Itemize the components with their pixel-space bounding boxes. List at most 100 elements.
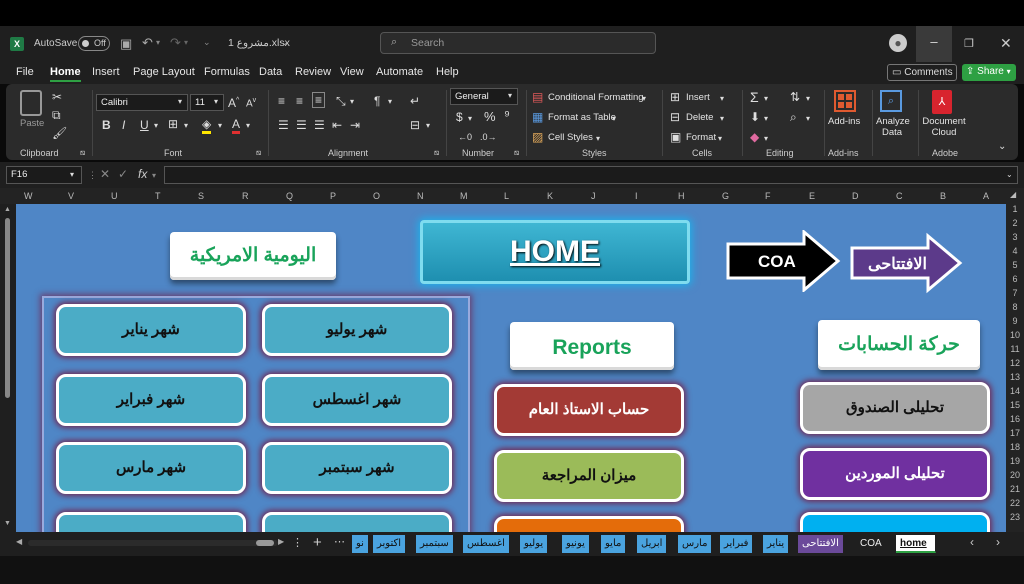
decrease-decimal-icon[interactable]: .0→ [480,130,497,144]
report-button-partial[interactable] [494,516,684,532]
font-color-icon[interactable]: A [232,117,241,134]
row-number[interactable]: 13 [1006,372,1024,382]
tab-help[interactable]: Help [436,66,459,78]
align-center-icon[interactable]: ☰ [296,118,307,132]
row-number[interactable]: 9 [1006,316,1024,326]
tabs-more-icon[interactable]: ⋮ [292,536,303,549]
row-number[interactable]: 10 [1006,330,1024,340]
accounting-format-icon[interactable]: $ [456,110,463,124]
decrease-font-icon[interactable]: Av [246,94,256,111]
column-letter[interactable]: O [373,191,380,201]
expand-formula-icon[interactable]: ⌄ [1006,168,1013,182]
tab-data[interactable]: Data [259,66,282,78]
borders-icon[interactable]: ⊞ [168,117,178,131]
comments-button[interactable]: ▭ Comments [887,64,957,81]
clear-icon[interactable]: ◆ [750,130,759,144]
close-window-button[interactable]: ✕ [1000,35,1012,52]
row-number[interactable]: 23 [1006,512,1024,522]
horizontal-scrollbar[interactable] [28,540,278,546]
delete-cells-icon[interactable]: ⊟ [670,110,680,124]
sheet-tab-june[interactable]: يونيو [562,535,590,553]
sheet-tab-august[interactable]: اغسطس [463,535,510,553]
decrease-indent-icon[interactable]: ⇤ [332,118,342,132]
increase-font-icon[interactable]: A^ [228,94,239,110]
tab-insert[interactable]: Insert [92,66,120,78]
sheet-tab-january[interactable]: يناير [763,535,790,553]
align-middle-icon[interactable]: ≡ [296,94,303,108]
row-number[interactable]: 6 [1006,274,1024,284]
comma-style-icon[interactable]: ⁹ [504,108,510,122]
row-number[interactable]: 21 [1006,484,1024,494]
month-button-february[interactable]: شهر فبراير [56,374,246,426]
row-number[interactable]: 12 [1006,358,1024,368]
home-title-button[interactable]: HOME [420,220,690,284]
column-letter[interactable]: N [417,191,424,201]
fill-icon[interactable]: ⬇ [750,110,760,124]
merge-chevron-icon[interactable]: ▾ [426,119,430,133]
fill-chevron-icon[interactable]: ▾ [764,112,768,126]
align-bottom-icon[interactable]: ≡ [312,92,326,108]
merge-center-icon[interactable]: ⊟ [410,118,420,132]
font-color-chevron-icon[interactable]: ▾ [246,119,250,133]
find-select-icon[interactable]: ⌕ [790,110,797,124]
sheet-tab-july[interactable]: يوليو [520,535,549,553]
undo-icon[interactable]: ↶ [142,35,153,51]
format-painter-icon[interactable]: 🖌 [52,126,67,140]
column-letter[interactable]: G [722,191,729,201]
month-button-partial[interactable] [262,512,452,532]
column-letter[interactable]: C [896,191,903,201]
tabs-overflow-icon[interactable]: ⋯ [334,535,345,548]
scroll-thumb[interactable] [5,218,10,398]
increase-decimal-icon[interactable]: ←0 [458,130,472,144]
percent-style-icon[interactable]: % [484,110,496,124]
column-letter[interactable]: D [852,191,859,201]
font-size-select[interactable]: 11 [190,94,224,111]
cancel-formula-icon[interactable]: ✕ [100,167,110,181]
column-letter[interactable]: K [547,191,553,201]
column-letter[interactable]: M [460,191,468,201]
month-button-august[interactable]: شهر اغسطس [262,374,452,426]
accounting-chevron-icon[interactable]: ▾ [468,112,472,126]
column-letter[interactable]: V [68,191,74,201]
tab-home[interactable]: Home [50,66,81,82]
align-right-icon[interactable]: ☰ [314,118,325,132]
conditional-formatting-icon[interactable]: ▤ [532,90,543,104]
adobe-pdf-icon[interactable]: ⅄ [932,90,952,114]
collapse-ribbon-icon[interactable]: ⌄ [998,140,1006,154]
row-number[interactable]: 8 [1006,302,1024,312]
undo-dropdown-icon[interactable]: ▾ [156,38,160,47]
sheet-tab-home[interactable]: home [896,535,936,553]
select-all-corner[interactable]: ◢ [1010,190,1016,199]
month-button-july[interactable]: شهر يوليو [262,304,452,356]
row-number[interactable]: 5 [1006,260,1024,270]
trial-balance-button[interactable]: ميزان المراجعة [494,450,684,502]
tab-review[interactable]: Review [295,66,331,78]
save-icon[interactable]: ▣ [120,36,132,52]
scroll-right-icon[interactable]: ▶ [278,537,284,546]
analyze-data-button[interactable]: Analyze Data [876,116,910,138]
italic-icon[interactable]: I [122,118,125,132]
delete-cells-button[interactable]: Delete [686,112,713,123]
tab-automate[interactable]: Automate [376,66,423,78]
row-number[interactable]: 4 [1006,246,1024,256]
align-top-icon[interactable]: ≡ [278,94,285,108]
column-letter[interactable]: R [242,191,249,201]
column-letter[interactable]: B [940,191,946,201]
insert-chevron-icon[interactable]: ▾ [720,92,724,106]
row-number[interactable]: 20 [1006,470,1024,480]
insert-cells-button[interactable]: Insert [686,92,710,103]
format-cells-icon[interactable]: ▣ [670,130,681,144]
sheet-tab-april[interactable]: ابريل [637,535,668,553]
fill-color-icon[interactable]: ◈ [202,117,212,134]
next-sheet-icon[interactable]: › [996,535,1000,549]
fx-chevron-icon[interactable]: ▾ [152,169,156,183]
share-button[interactable]: ⇪ Share ▾ [962,64,1016,81]
scroll-down-icon[interactable]: ▼ [4,520,11,527]
month-button-march[interactable]: شهر مارس [56,442,246,494]
column-letter[interactable]: P [330,191,336,201]
row-number[interactable]: 14 [1006,386,1024,396]
orientation-icon[interactable]: ⤡ [336,94,346,108]
row-number[interactable]: 19 [1006,456,1024,466]
column-letter[interactable]: L [504,191,509,201]
month-button-january[interactable]: شهر يناير [56,304,246,356]
